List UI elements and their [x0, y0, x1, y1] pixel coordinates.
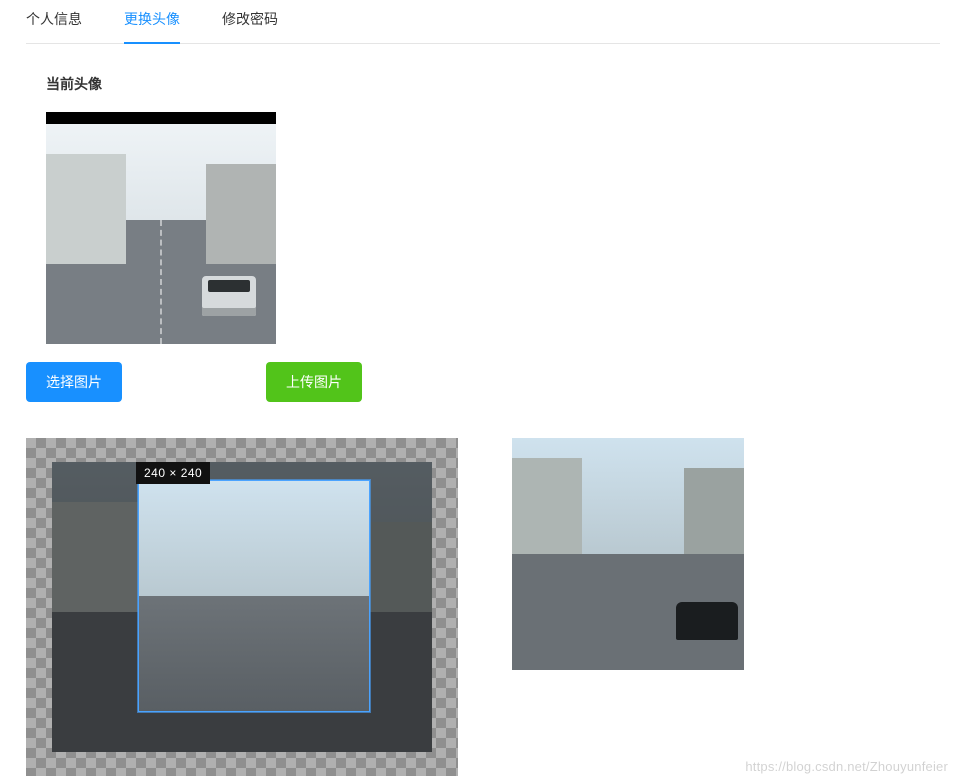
- tab-label: 个人信息: [26, 11, 82, 27]
- crop-box-viewport: [139, 481, 369, 711]
- current-avatar-title: 当前头像: [46, 74, 940, 94]
- image-cropper[interactable]: 240 × 240: [26, 438, 458, 776]
- tab-label: 更换头像: [124, 11, 180, 27]
- watermark: https://blog.csdn.net/Zhouyunfeier: [745, 759, 948, 774]
- tab-change-avatar[interactable]: 更换头像: [124, 9, 180, 43]
- tabs: 个人信息 更换头像 修改密码: [26, 0, 940, 44]
- select-image-button[interactable]: 选择图片: [26, 362, 122, 402]
- tab-personal-info[interactable]: 个人信息: [26, 9, 82, 43]
- crop-row: 240 × 240: [26, 438, 940, 776]
- button-row: 选择图片 上传图片: [26, 362, 940, 402]
- tab-label: 修改密码: [222, 11, 278, 27]
- upload-image-button[interactable]: 上传图片: [266, 362, 362, 402]
- avatar-section: 当前头像 选择图片 上传图片 240 × 240: [26, 44, 940, 776]
- current-avatar-image: [46, 112, 276, 344]
- crop-box[interactable]: [138, 480, 370, 712]
- crop-preview: [512, 438, 744, 670]
- avatar-scene-placeholder: [46, 124, 276, 344]
- crop-size-badge: 240 × 240: [136, 462, 210, 484]
- tab-change-password[interactable]: 修改密码: [222, 9, 278, 43]
- page-root: 个人信息 更换头像 修改密码 当前头像 选择图片 上传图片 240 × 24: [0, 0, 966, 776]
